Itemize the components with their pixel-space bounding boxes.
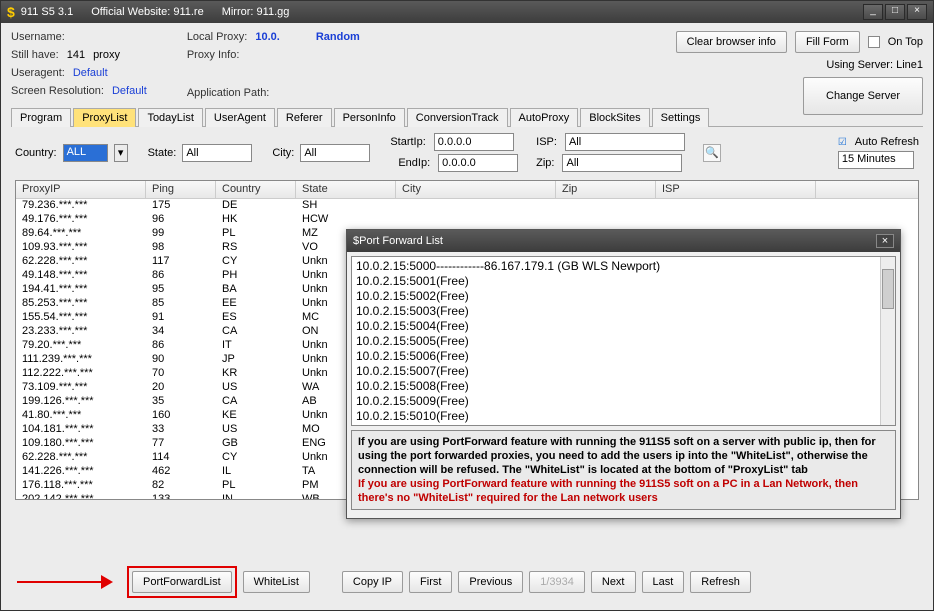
- port-forward-entry[interactable]: 10.0.2.15:5005(Free): [356, 334, 891, 349]
- column-header[interactable]: State: [296, 181, 396, 198]
- clear-browser-button[interactable]: Clear browser info: [676, 31, 787, 53]
- port-forward-entry[interactable]: 10.0.2.15:5001(Free): [356, 274, 891, 289]
- zip-input[interactable]: [562, 154, 682, 172]
- port-forward-entry[interactable]: 10.0.2.15:5003(Free): [356, 304, 891, 319]
- table-row[interactable]: 79.236.***.***175DESH: [16, 199, 918, 213]
- endip-label: EndIp:: [398, 157, 430, 169]
- port-forward-entry[interactable]: 10.0.2.15:5002(Free): [356, 289, 891, 304]
- startip-label: StartIp:: [390, 136, 425, 148]
- fill-form-button[interactable]: Fill Form: [795, 31, 860, 53]
- country-label: Country:: [15, 147, 57, 159]
- dialog-title: Port Forward List: [359, 235, 443, 247]
- tab-autoproxy[interactable]: AutoProxy: [510, 108, 579, 127]
- table-row[interactable]: 49.176.***.***96HKHCW: [16, 213, 918, 227]
- tab-program[interactable]: Program: [11, 108, 71, 127]
- stillhave-label: Still have:: [11, 49, 59, 61]
- column-header[interactable]: ProxyIP: [16, 181, 146, 198]
- state-select[interactable]: [182, 144, 252, 162]
- ontop-label: On Top: [888, 36, 923, 48]
- change-server-button[interactable]: Change Server: [803, 77, 923, 115]
- titlebar: $ 911 S5 3.1 Official Website: 911.re Mi…: [1, 1, 933, 23]
- tab-settings[interactable]: Settings: [652, 108, 710, 127]
- scrollbar[interactable]: [880, 257, 895, 425]
- proxyinfo-label: Proxy Info:: [187, 49, 240, 61]
- country-select[interactable]: ALL: [63, 144, 108, 162]
- mirror-label: Mirror: 911.gg: [222, 6, 290, 18]
- copyip-button[interactable]: Copy IP: [342, 571, 403, 593]
- app-icon: $: [7, 4, 15, 20]
- using-server-label: Using Server: Line1: [826, 59, 923, 71]
- stillhave-suffix: proxy: [93, 49, 120, 61]
- search-icon[interactable]: 🔍: [703, 144, 721, 162]
- column-header[interactable]: ISP: [656, 181, 816, 198]
- port-forward-entry[interactable]: 10.0.2.15:5011(Free): [356, 424, 891, 426]
- info-text-1: If you are using PortForward feature wit…: [358, 436, 876, 476]
- tab-proxylist[interactable]: ProxyList: [73, 108, 136, 127]
- autorefresh-label: Auto Refresh: [855, 136, 919, 148]
- port-forward-entry[interactable]: 10.0.2.15:5004(Free): [356, 319, 891, 334]
- filter-row: Country: ALL ▾ State: City: StartIp: End…: [11, 127, 923, 178]
- minimize-button[interactable]: _: [863, 4, 883, 20]
- highlight-box: PortForwardList: [127, 566, 237, 598]
- column-header[interactable]: Country: [216, 181, 296, 198]
- useragent-label: Useragent:: [11, 67, 65, 79]
- bottom-bar: PortForwardList WhiteList Copy IP First …: [11, 566, 923, 598]
- port-forward-entry[interactable]: 10.0.2.15:5006(Free): [356, 349, 891, 364]
- tab-todaylist[interactable]: TodayList: [138, 108, 202, 127]
- maximize-button[interactable]: □: [885, 4, 905, 20]
- close-button[interactable]: ×: [907, 4, 927, 20]
- tab-referer[interactable]: Referer: [277, 108, 332, 127]
- localproxy-label: Local Proxy:: [187, 31, 248, 43]
- tab-conversiontrack[interactable]: ConversionTrack: [407, 108, 508, 127]
- startip-input[interactable]: [434, 133, 514, 151]
- resolution-label: Screen Resolution:: [11, 85, 104, 97]
- last-button[interactable]: Last: [642, 571, 685, 593]
- ontop-checkbox[interactable]: [868, 36, 880, 48]
- port-forward-dialog: $ Port Forward List × 10.0.2.15:5000----…: [346, 229, 901, 519]
- dropdown-icon[interactable]: ▾: [114, 144, 128, 162]
- portforwardlist-button[interactable]: PortForwardList: [132, 571, 232, 593]
- port-forward-entry[interactable]: 10.0.2.15:5007(Free): [356, 364, 891, 379]
- useragent-link[interactable]: Default: [73, 67, 108, 79]
- dialog-close-button[interactable]: ×: [876, 234, 894, 248]
- tab-useragent[interactable]: UserAgent: [205, 108, 275, 127]
- first-button[interactable]: First: [409, 571, 452, 593]
- app-title: 911 S5 3.1: [21, 6, 73, 18]
- endip-input[interactable]: [438, 154, 518, 172]
- autorefresh-checkbox[interactable]: ☑: [838, 137, 847, 148]
- next-button[interactable]: Next: [591, 571, 636, 593]
- apppath-label: Application Path:: [187, 87, 270, 99]
- page-indicator: 1/3934: [529, 571, 585, 593]
- dialog-info: If you are using PortForward feature wit…: [351, 430, 896, 510]
- column-header[interactable]: Ping: [146, 181, 216, 198]
- port-forward-entry[interactable]: 10.0.2.15:5009(Free): [356, 394, 891, 409]
- column-header[interactable]: Zip: [556, 181, 656, 198]
- tab-blocksites[interactable]: BlockSites: [580, 108, 649, 127]
- random-link[interactable]: Random: [316, 31, 360, 43]
- city-label: City:: [272, 147, 294, 159]
- interval-select[interactable]: 15 Minutes: [838, 151, 914, 169]
- username-label: Username:: [11, 31, 65, 43]
- stillhave-value: 141: [67, 49, 85, 61]
- app-window: $ 911 S5 3.1 Official Website: 911.re Mi…: [0, 0, 934, 611]
- tab-personinfo[interactable]: PersonInfo: [334, 108, 405, 127]
- port-forward-entry[interactable]: 10.0.2.15:5008(Free): [356, 379, 891, 394]
- state-label: State:: [148, 147, 177, 159]
- whitelist-button[interactable]: WhiteList: [243, 571, 310, 593]
- info-text-2: If you are using PortForward feature wit…: [358, 477, 889, 505]
- port-forward-list[interactable]: 10.0.2.15:5000------------86.167.179.1 (…: [351, 256, 896, 426]
- refresh-button[interactable]: Refresh: [690, 571, 751, 593]
- zip-label: Zip:: [536, 157, 554, 169]
- previous-button[interactable]: Previous: [458, 571, 523, 593]
- column-header[interactable]: City: [396, 181, 556, 198]
- website-label: Official Website: 911.re: [91, 6, 204, 18]
- localproxy-value: 10.0.: [255, 31, 279, 43]
- resolution-link[interactable]: Default: [112, 85, 147, 97]
- arrow-annotation: [11, 572, 121, 592]
- isp-label: ISP:: [536, 136, 557, 148]
- port-forward-entry[interactable]: 10.0.2.15:5010(Free): [356, 409, 891, 424]
- city-select[interactable]: [300, 144, 370, 162]
- isp-input[interactable]: [565, 133, 685, 151]
- port-forward-entry[interactable]: 10.0.2.15:5000------------86.167.179.1 (…: [356, 259, 891, 274]
